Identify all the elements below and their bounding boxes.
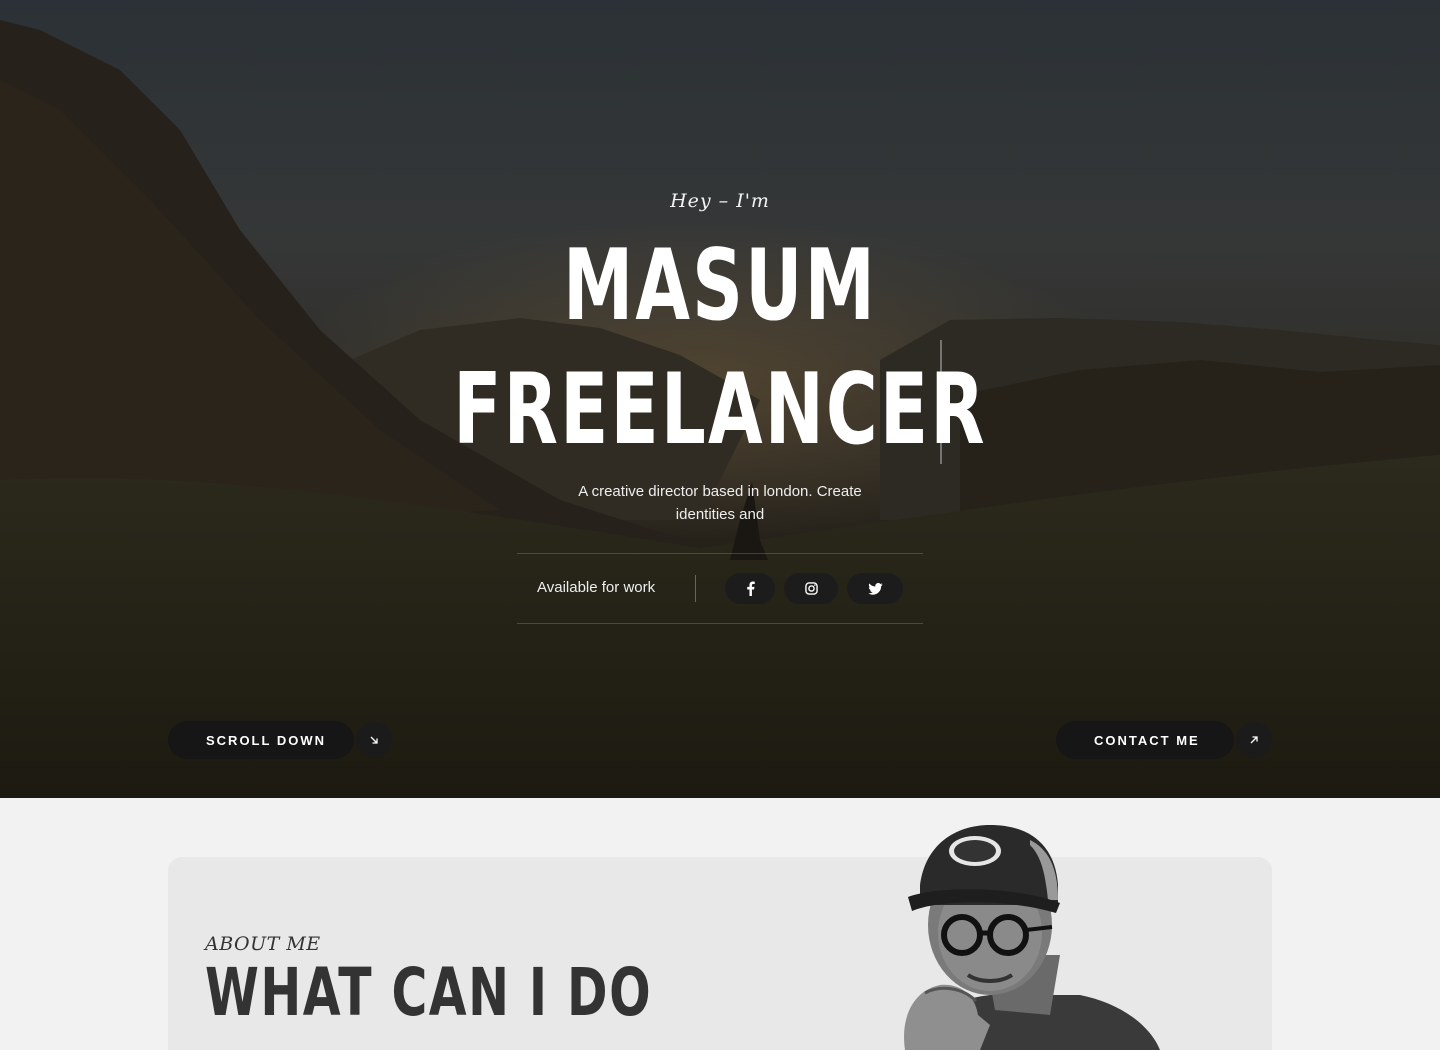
facebook-icon (746, 581, 755, 596)
twitter-icon (867, 582, 883, 595)
divider (517, 623, 923, 624)
facebook-link[interactable] (725, 573, 775, 604)
scroll-down-button[interactable]: SCROLL DOWN (168, 721, 392, 759)
arrow-up-right-icon (1236, 722, 1272, 758)
typing-cursor (940, 340, 942, 464)
hero-greeting: Hey – I'm (670, 190, 770, 212)
twitter-link[interactable] (847, 573, 903, 604)
hero-tagline: A creative director based in london. Cre… (578, 483, 862, 523)
instagram-icon (804, 582, 818, 595)
availability-status: Available for work (537, 579, 656, 596)
portrait-image (904, 825, 1160, 1050)
hero-name: MASUM (563, 229, 877, 343)
hero-section: Hey – I'm MASUM FREELANCER A creative di… (0, 0, 1440, 798)
hero-role: FREELANCER (453, 353, 987, 467)
instagram-link[interactable] (784, 573, 838, 604)
scroll-down-label: SCROLL DOWN (206, 732, 326, 748)
contact-me-button[interactable]: CONTACT ME (1056, 721, 1272, 759)
contact-me-label: CONTACT ME (1094, 732, 1200, 748)
about-kicker: ABOUT ME (205, 933, 321, 955)
divider (517, 553, 923, 554)
divider (695, 575, 696, 602)
about-title: WHAT CAN I DO (205, 954, 653, 1031)
arrow-down-right-icon (356, 722, 392, 758)
hero-content: Hey – I'm MASUM FREELANCER A creative di… (0, 0, 1440, 798)
